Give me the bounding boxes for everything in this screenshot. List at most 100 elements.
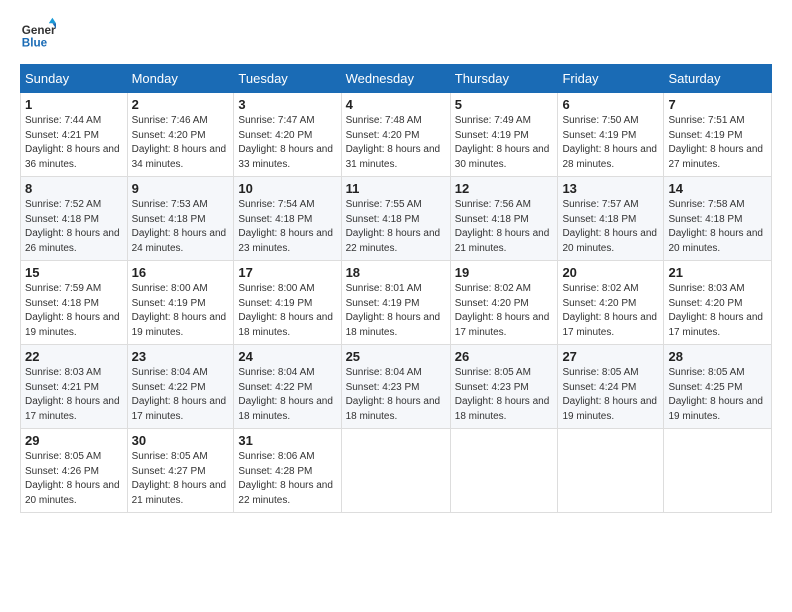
week-row-2: 8 Sunrise: 7:52 AMSunset: 4:18 PMDaylight… — [21, 177, 772, 261]
day-info: Sunrise: 8:05 AMSunset: 4:23 PMDaylight:… — [455, 367, 550, 422]
week-row-4: 22 Sunrise: 8:03 AMSunset: 4:21 PMDayligh… — [21, 345, 772, 429]
day-cell: 11 Sunrise: 7:55 AMSunset: 4:18 PMDayligh… — [341, 177, 450, 261]
day-number: 29 — [25, 433, 123, 448]
day-info: Sunrise: 7:51 AMSunset: 4:19 PMDaylight:… — [668, 115, 763, 170]
day-number: 23 — [132, 349, 230, 364]
day-number: 24 — [238, 349, 336, 364]
day-info: Sunrise: 7:56 AMSunset: 4:18 PMDaylight:… — [455, 199, 550, 254]
day-cell — [664, 429, 772, 513]
day-info: Sunrise: 7:44 AMSunset: 4:21 PMDaylight:… — [25, 115, 120, 170]
day-number: 11 — [346, 181, 446, 196]
day-info: Sunrise: 8:04 AMSunset: 4:23 PMDaylight:… — [346, 367, 441, 422]
day-cell: 6 Sunrise: 7:50 AMSunset: 4:19 PMDaylight… — [558, 93, 664, 177]
day-cell: 26 Sunrise: 8:05 AMSunset: 4:23 PMDayligh… — [450, 345, 558, 429]
day-info: Sunrise: 7:57 AMSunset: 4:18 PMDaylight:… — [562, 199, 657, 254]
calendar-header-row: SundayMondayTuesdayWednesdayThursdayFrid… — [21, 65, 772, 93]
day-cell: 16 Sunrise: 8:00 AMSunset: 4:19 PMDayligh… — [127, 261, 234, 345]
day-cell: 20Sunrise: 8:02 AMSunset: 4:20 PMDayligh… — [558, 261, 664, 345]
day-number: 19 — [455, 265, 554, 280]
day-number: 1 — [25, 97, 123, 112]
col-header-wednesday: Wednesday — [341, 65, 450, 93]
day-info: Sunrise: 7:55 AMSunset: 4:18 PMDaylight:… — [346, 199, 441, 254]
day-cell: 10Sunrise: 7:54 AMSunset: 4:18 PMDayligh… — [234, 177, 341, 261]
day-number: 16 — [132, 265, 230, 280]
week-row-5: 29 Sunrise: 8:05 AMSunset: 4:26 PMDayligh… — [21, 429, 772, 513]
logo: General Blue — [20, 16, 58, 52]
day-cell: 15Sunrise: 7:59 AMSunset: 4:18 PMDayligh… — [21, 261, 128, 345]
day-cell: 18 Sunrise: 8:01 AMSunset: 4:19 PMDayligh… — [341, 261, 450, 345]
week-row-3: 15Sunrise: 7:59 AMSunset: 4:18 PMDayligh… — [21, 261, 772, 345]
day-info: Sunrise: 8:05 AMSunset: 4:26 PMDaylight:… — [25, 451, 120, 506]
day-info: Sunrise: 8:04 AMSunset: 4:22 PMDaylight:… — [132, 367, 227, 422]
day-info: Sunrise: 7:47 AMSunset: 4:20 PMDaylight:… — [238, 115, 333, 170]
day-info: Sunrise: 8:05 AMSunset: 4:24 PMDaylight:… — [562, 367, 657, 422]
day-cell: 1 Sunrise: 7:44 AMSunset: 4:21 PMDaylight… — [21, 93, 128, 177]
day-cell: 19 Sunrise: 8:02 AMSunset: 4:20 PMDayligh… — [450, 261, 558, 345]
day-number: 17 — [238, 265, 336, 280]
day-number: 26 — [455, 349, 554, 364]
day-number: 27 — [562, 349, 659, 364]
day-number: 13 — [562, 181, 659, 196]
day-number: 7 — [668, 97, 767, 112]
day-info: Sunrise: 7:48 AMSunset: 4:20 PMDaylight:… — [346, 115, 441, 170]
page-container: General Blue SundayMondayTuesdayWednesda… — [0, 0, 792, 523]
day-info: Sunrise: 8:05 AMSunset: 4:25 PMDaylight:… — [668, 367, 763, 422]
day-number: 31 — [238, 433, 336, 448]
day-number: 22 — [25, 349, 123, 364]
day-info: Sunrise: 8:01 AMSunset: 4:19 PMDaylight:… — [346, 283, 441, 338]
day-cell: 27 Sunrise: 8:05 AMSunset: 4:24 PMDayligh… — [558, 345, 664, 429]
day-number: 3 — [238, 97, 336, 112]
day-info: Sunrise: 8:02 AMSunset: 4:20 PMDaylight:… — [455, 283, 550, 338]
day-number: 30 — [132, 433, 230, 448]
day-info: Sunrise: 8:02 AMSunset: 4:20 PMDaylight:… — [562, 283, 657, 338]
day-number: 15 — [25, 265, 123, 280]
col-header-sunday: Sunday — [21, 65, 128, 93]
col-header-monday: Monday — [127, 65, 234, 93]
day-number: 14 — [668, 181, 767, 196]
col-header-thursday: Thursday — [450, 65, 558, 93]
day-cell: 29 Sunrise: 8:05 AMSunset: 4:26 PMDayligh… — [21, 429, 128, 513]
day-number: 12 — [455, 181, 554, 196]
day-cell: 13 Sunrise: 7:57 AMSunset: 4:18 PMDayligh… — [558, 177, 664, 261]
day-cell: 30 Sunrise: 8:05 AMSunset: 4:27 PMDayligh… — [127, 429, 234, 513]
col-header-tuesday: Tuesday — [234, 65, 341, 93]
col-header-friday: Friday — [558, 65, 664, 93]
day-info: Sunrise: 8:04 AMSunset: 4:22 PMDaylight:… — [238, 367, 333, 422]
day-info: Sunrise: 7:58 AMSunset: 4:18 PMDaylight:… — [668, 199, 763, 254]
day-number: 10 — [238, 181, 336, 196]
day-cell: 3 Sunrise: 7:47 AMSunset: 4:20 PMDaylight… — [234, 93, 341, 177]
day-cell: 12 Sunrise: 7:56 AMSunset: 4:18 PMDayligh… — [450, 177, 558, 261]
calendar-table: SundayMondayTuesdayWednesdayThursdayFrid… — [20, 64, 772, 513]
day-info: Sunrise: 8:05 AMSunset: 4:27 PMDaylight:… — [132, 451, 227, 506]
day-info: Sunrise: 7:53 AMSunset: 4:18 PMDaylight:… — [132, 199, 227, 254]
day-cell: 2 Sunrise: 7:46 AMSunset: 4:20 PMDaylight… — [127, 93, 234, 177]
day-info: Sunrise: 8:06 AMSunset: 4:28 PMDaylight:… — [238, 451, 333, 506]
day-number: 8 — [25, 181, 123, 196]
day-cell: 23 Sunrise: 8:04 AMSunset: 4:22 PMDayligh… — [127, 345, 234, 429]
day-cell: 8 Sunrise: 7:52 AMSunset: 4:18 PMDaylight… — [21, 177, 128, 261]
day-number: 2 — [132, 97, 230, 112]
day-number: 6 — [562, 97, 659, 112]
day-info: Sunrise: 7:46 AMSunset: 4:20 PMDaylight:… — [132, 115, 227, 170]
day-cell: 14 Sunrise: 7:58 AMSunset: 4:18 PMDayligh… — [664, 177, 772, 261]
day-number: 25 — [346, 349, 446, 364]
day-number: 18 — [346, 265, 446, 280]
week-row-1: 1 Sunrise: 7:44 AMSunset: 4:21 PMDaylight… — [21, 93, 772, 177]
day-info: Sunrise: 7:52 AMSunset: 4:18 PMDaylight:… — [25, 199, 120, 254]
svg-text:General: General — [22, 24, 56, 37]
day-info: Sunrise: 8:03 AMSunset: 4:20 PMDaylight:… — [668, 283, 763, 338]
day-info: Sunrise: 8:00 AMSunset: 4:19 PMDaylight:… — [132, 283, 227, 338]
day-cell: 5Sunrise: 7:49 AMSunset: 4:19 PMDaylight… — [450, 93, 558, 177]
logo-icon: General Blue — [20, 16, 56, 52]
day-cell: 17 Sunrise: 8:00 AMSunset: 4:19 PMDayligh… — [234, 261, 341, 345]
day-info: Sunrise: 8:00 AMSunset: 4:19 PMDaylight:… — [238, 283, 333, 338]
day-info: Sunrise: 7:50 AMSunset: 4:19 PMDaylight:… — [562, 115, 657, 170]
day-info: Sunrise: 8:03 AMSunset: 4:21 PMDaylight:… — [25, 367, 120, 422]
day-info: Sunrise: 7:49 AMSunset: 4:19 PMDaylight:… — [455, 115, 550, 170]
day-cell — [450, 429, 558, 513]
header: General Blue — [20, 16, 772, 52]
day-cell: 9Sunrise: 7:53 AMSunset: 4:18 PMDaylight… — [127, 177, 234, 261]
col-header-saturday: Saturday — [664, 65, 772, 93]
day-cell: 7 Sunrise: 7:51 AMSunset: 4:19 PMDaylight… — [664, 93, 772, 177]
day-cell: 31 Sunrise: 8:06 AMSunset: 4:28 PMDayligh… — [234, 429, 341, 513]
